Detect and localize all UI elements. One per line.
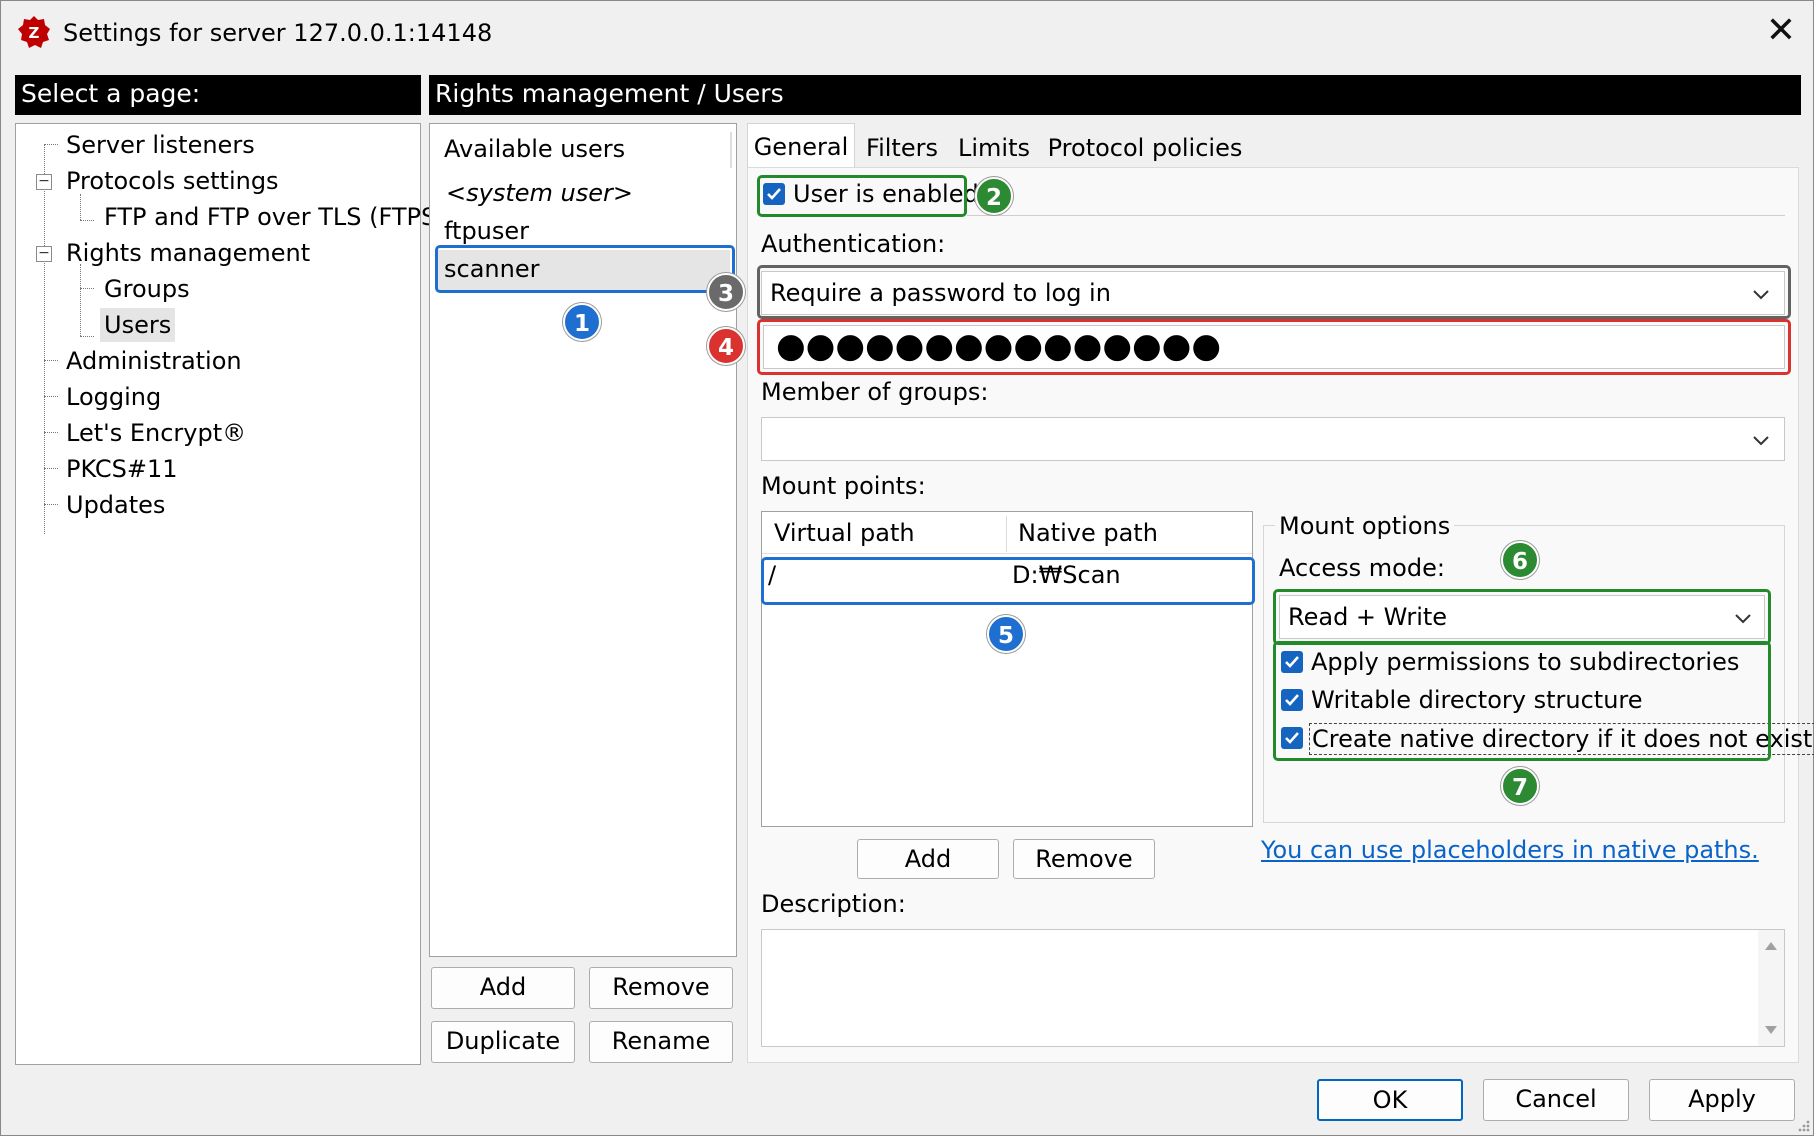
collapse-icon[interactable]: − [36, 174, 52, 190]
add-mount-label: Add [904, 845, 952, 873]
cancel-label: Cancel [1515, 1085, 1597, 1113]
tree-item-lets-encrypt[interactable]: Let's Encrypt® [66, 416, 246, 450]
tab-protocol-policies[interactable]: Protocol policies [1045, 125, 1245, 171]
section-header: Rights management / Users [429, 75, 1801, 115]
tree-item-protocols-settings[interactable]: Protocols settings [66, 164, 279, 198]
remove-mount-label: Remove [1035, 845, 1133, 873]
badge-1: 1 [563, 303, 601, 341]
separator-line [967, 215, 1785, 216]
scroll-down-icon[interactable] [1763, 1024, 1779, 1036]
tree-connector [44, 360, 58, 361]
apply-button[interactable]: Apply [1649, 1079, 1795, 1121]
tree-item-ftp-ftps[interactable]: FTP and FTP over TLS (FTPS) [104, 200, 446, 234]
cancel-button[interactable]: Cancel [1483, 1079, 1629, 1121]
column-divider [730, 132, 732, 168]
tree-connector [44, 396, 58, 397]
badge-3: 3 [707, 273, 745, 311]
highlight-mount-row [761, 557, 1255, 605]
access-mode-label: Access mode: [1279, 554, 1445, 582]
chevron-down-icon [1753, 436, 1769, 446]
highlight-authentication [757, 265, 1791, 319]
tab-limits[interactable]: Limits [949, 125, 1039, 171]
authentication-label: Authentication: [761, 230, 946, 258]
resize-grip-icon[interactable] [1795, 1117, 1811, 1133]
tree-connector [44, 144, 45, 534]
tree-item-groups[interactable]: Groups [104, 272, 190, 306]
window-title: Settings for server 127.0.0.1:14148 [63, 19, 493, 47]
settings-window: Z Settings for server 127.0.0.1:14148 ✕ … [0, 0, 1814, 1136]
tree-connector [44, 144, 58, 145]
user-item-ftpuser[interactable]: ftpuser [444, 216, 529, 246]
highlight-password [757, 319, 1791, 375]
column-virtual-path[interactable]: Virtual path [762, 512, 1006, 554]
description-label: Description: [761, 890, 906, 918]
add-mount-button[interactable]: Add [857, 839, 999, 879]
tree-connector [44, 432, 58, 433]
tab-general[interactable]: General [747, 123, 855, 169]
tree-item-users[interactable]: Users [100, 308, 176, 342]
description-textarea[interactable] [761, 929, 1785, 1047]
collapse-icon[interactable]: − [36, 246, 52, 262]
tree-item-rights-management[interactable]: Rights management [66, 236, 310, 270]
highlight-access-mode [1273, 589, 1771, 645]
svg-text:Z: Z [29, 24, 40, 42]
duplicate-user-label: Duplicate [445, 1027, 561, 1055]
ok-button[interactable]: OK [1317, 1079, 1463, 1121]
badge-7: 7 [1501, 767, 1539, 805]
description-scrollbar[interactable] [1758, 930, 1784, 1046]
filezilla-server-icon: Z [18, 16, 50, 48]
rename-user-button[interactable]: Rename [589, 1021, 733, 1063]
tree-item-server-listeners[interactable]: Server listeners [66, 128, 255, 162]
close-icon[interactable]: ✕ [1761, 13, 1801, 53]
user-item-system[interactable]: <system user> [446, 178, 633, 208]
remove-user-button[interactable]: Remove [589, 967, 733, 1009]
scroll-up-icon[interactable] [1763, 940, 1779, 952]
tree-connector [80, 264, 81, 336]
badge-4: 4 [707, 327, 745, 365]
badge-2: 2 [975, 177, 1013, 215]
tree-connector [80, 336, 94, 337]
groups-label: Member of groups: [761, 378, 989, 406]
mount-points-label: Mount points: [761, 472, 926, 500]
tree-item-administration[interactable]: Administration [66, 344, 242, 378]
highlight-mount-checkboxes [1273, 641, 1771, 761]
badge-5: 5 [987, 615, 1025, 653]
select-page-header: Select a page: [15, 75, 421, 115]
highlight-selected-user [435, 245, 735, 293]
mount-options-title: Mount options [1275, 511, 1455, 541]
column-native-path[interactable]: Native path [1006, 512, 1250, 554]
ok-label: OK [1372, 1086, 1408, 1114]
groups-select[interactable] [761, 417, 1785, 461]
rename-user-label: Rename [611, 1027, 711, 1055]
remove-user-label: Remove [612, 973, 710, 1001]
highlight-user-enabled [757, 175, 967, 217]
add-user-button[interactable]: Add [431, 967, 575, 1009]
tree-item-updates[interactable]: Updates [66, 488, 165, 522]
tree-connector [80, 288, 94, 289]
tree-connector [44, 504, 58, 505]
badge-6: 6 [1501, 541, 1539, 579]
tree-connector [80, 220, 94, 221]
users-list-header: Available users [444, 135, 626, 163]
apply-label: Apply [1688, 1085, 1756, 1113]
placeholders-link[interactable]: You can use placeholders in native paths… [1261, 835, 1759, 865]
remove-mount-button[interactable]: Remove [1013, 839, 1155, 879]
add-user-label: Add [479, 973, 527, 1001]
tree-item-pkcs11[interactable]: PKCS#11 [66, 452, 178, 486]
tree-connector [44, 468, 58, 469]
page-tree: − − Server listeners Protocols settings … [15, 123, 446, 1065]
tab-filters[interactable]: Filters [857, 125, 947, 171]
duplicate-user-button[interactable]: Duplicate [431, 1021, 575, 1063]
tree-item-logging[interactable]: Logging [66, 380, 161, 414]
